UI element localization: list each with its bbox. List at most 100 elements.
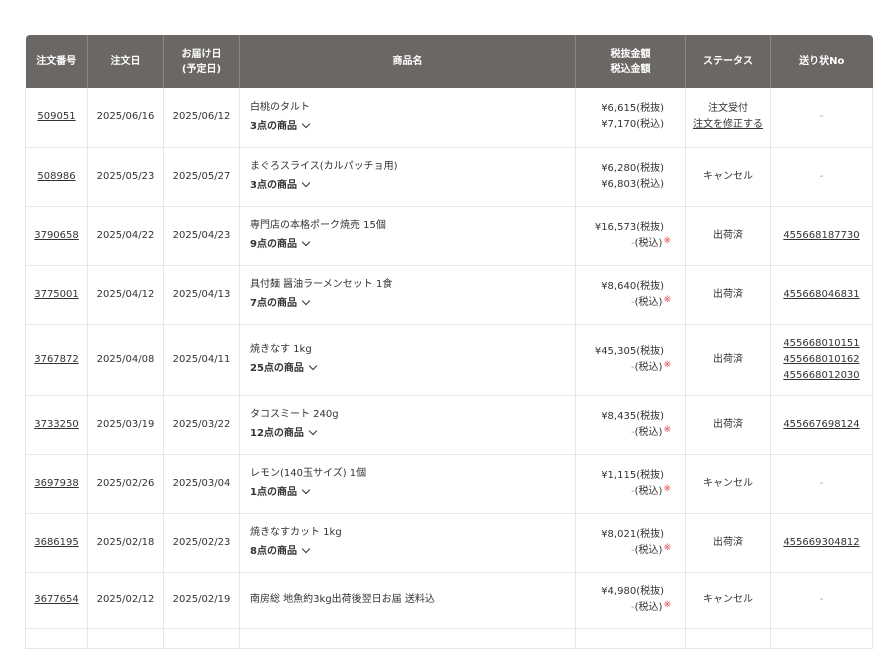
amount-cell: ¥16,573(税抜) -(税込)※ bbox=[575, 206, 686, 266]
order-no-link[interactable]: 3775001 bbox=[34, 289, 79, 300]
order-no-cell: 3775001 bbox=[25, 265, 88, 325]
tracking-link[interactable]: 455668187730 bbox=[771, 228, 872, 244]
header-delivery-line1: お届け日 bbox=[181, 48, 222, 60]
table-row: 3686195 2025/02/18 2025/02/23 焼きなすカット 1kg 8点… bbox=[25, 513, 873, 573]
order-no-link[interactable]: 3686195 bbox=[34, 537, 79, 548]
tax-incl-label: (税込) bbox=[634, 237, 663, 249]
tracking-cell: - bbox=[770, 572, 873, 629]
order-no-cell: 508986 bbox=[25, 147, 88, 207]
order-no-link[interactable]: 3697938 bbox=[34, 478, 79, 489]
product-cell: レモン(140玉サイズ) 1個 1点の商品 bbox=[239, 454, 576, 514]
status-text: 出荷済 bbox=[713, 353, 743, 365]
product-name: 専門店の本格ポーク焼売 15個 bbox=[250, 220, 386, 231]
delivery-date-cell: 2025/03/22 bbox=[163, 395, 240, 455]
order-date-cell: 2025/06/16 bbox=[87, 88, 164, 148]
status-text: 出荷済 bbox=[713, 288, 743, 300]
header-amount: 税抜金額 税込金額 bbox=[575, 35, 686, 88]
item-count-toggle[interactable]: 9点の商品 bbox=[250, 237, 311, 253]
header-amount-line2: 税込金額 bbox=[610, 63, 651, 75]
order-no-link[interactable]: 509051 bbox=[37, 111, 75, 122]
tax-excl-label: (税抜) bbox=[636, 586, 664, 597]
item-count-toggle[interactable]: 3点の商品 bbox=[250, 119, 311, 135]
tax-excl-label: (税抜) bbox=[636, 410, 664, 422]
tax-incl-label: (税込) bbox=[634, 361, 663, 373]
status-cell: キャンセル bbox=[685, 572, 771, 629]
order-date-cell: 2025/04/12 bbox=[87, 265, 164, 325]
tax-incl-label: (税込) bbox=[634, 544, 663, 556]
tax-incl-label: (税込) bbox=[634, 602, 663, 613]
tracking-cell: 455667698124 bbox=[770, 395, 873, 455]
status-cell: 注文受付 注文を修正する bbox=[685, 88, 771, 148]
price-excl: ¥6,615 bbox=[601, 103, 637, 115]
header-order-date: 注文日 bbox=[87, 35, 164, 88]
asterisk-note-icon: ※ bbox=[663, 483, 671, 494]
price-incl-line: -(税込)※ bbox=[576, 425, 671, 441]
item-count-label: 7点の商品 bbox=[250, 298, 297, 309]
item-count-toggle[interactable]: 3点の商品 bbox=[250, 178, 311, 194]
order-history: 注文番号 注文日 お届け日 (予定日) 商品名 税抜金額 税込金額 ステータス 送り… bbox=[25, 35, 873, 649]
status-cell: キャンセル bbox=[685, 147, 771, 207]
product-cell: まぐろスライス(カルパッチョ用) 3点の商品 bbox=[239, 147, 576, 207]
status-text: キャンセル bbox=[703, 594, 753, 605]
price-incl-line: -(税込)※ bbox=[576, 600, 671, 616]
product-name: 焼きなす 1kg bbox=[250, 344, 312, 355]
tracking-empty: - bbox=[819, 477, 824, 489]
tracking-link[interactable]: 455668010151 bbox=[771, 336, 872, 352]
header-tracking: 送り状No bbox=[770, 35, 873, 88]
tracking-empty: - bbox=[819, 111, 824, 123]
tracking-cell: - bbox=[770, 88, 873, 148]
tracking-link[interactable]: 455667698124 bbox=[771, 417, 872, 433]
item-count-toggle[interactable]: 12点の商品 bbox=[250, 426, 318, 442]
product-name: まぐろスライス(カルパッチョ用) bbox=[250, 161, 398, 172]
price-excl-line: ¥8,640(税抜) bbox=[576, 279, 671, 295]
tracking-cell: 455669304812 bbox=[770, 513, 873, 573]
header-amount-line1: 税抜金額 bbox=[610, 48, 651, 60]
asterisk-note-icon: ※ bbox=[663, 294, 671, 305]
table-row: 3767872 2025/04/08 2025/04/11 焼きなす 1kg 25点の商… bbox=[25, 324, 873, 396]
price-incl: ¥6,803 bbox=[601, 178, 637, 190]
order-no-cell: 3677654 bbox=[25, 572, 88, 629]
item-count-toggle[interactable]: 8点の商品 bbox=[250, 544, 311, 560]
delivery-date-cell: 2025/02/23 bbox=[163, 513, 240, 573]
empty-cell bbox=[163, 628, 240, 649]
delivery-date-cell: 2025/06/12 bbox=[163, 88, 240, 148]
delivery-date-cell: 2025/04/13 bbox=[163, 265, 240, 325]
price-incl-line: -(税込)※ bbox=[576, 543, 671, 559]
order-date-cell: 2025/05/23 bbox=[87, 147, 164, 207]
amount-cell: ¥6,280(税抜) ¥6,803(税込) bbox=[575, 147, 686, 207]
item-count-toggle[interactable]: 7点の商品 bbox=[250, 296, 311, 312]
order-no-link[interactable]: 508986 bbox=[37, 171, 75, 182]
item-count-toggle[interactable]: 25点の商品 bbox=[250, 361, 318, 377]
tracking-link[interactable]: 455668010162 bbox=[771, 352, 872, 368]
order-no-link[interactable]: 3790658 bbox=[34, 230, 79, 241]
order-no-cell: 3733250 bbox=[25, 395, 88, 455]
table-row: 3733250 2025/03/19 2025/03/22 タコスミート 240g 12… bbox=[25, 395, 873, 455]
order-no-link[interactable]: 3677654 bbox=[34, 594, 79, 605]
price-excl: ¥8,640 bbox=[601, 280, 637, 292]
order-no-link[interactable]: 3767872 bbox=[34, 354, 79, 365]
asterisk-note-icon: ※ bbox=[663, 600, 671, 610]
price-excl-line: ¥8,435(税抜) bbox=[576, 409, 671, 425]
chevron-down-icon bbox=[308, 361, 318, 371]
tax-excl-label: (税抜) bbox=[636, 162, 664, 174]
header-order-no: 注文番号 bbox=[25, 35, 88, 88]
tax-incl-label: (税込) bbox=[634, 485, 663, 497]
price-excl-line: ¥6,615(税抜) bbox=[576, 101, 671, 117]
amount-cell: ¥8,640(税抜) -(税込)※ bbox=[575, 265, 686, 325]
product-name: 南房総 地魚約3kg出荷後翌日お届 送料込 bbox=[250, 594, 435, 605]
tracking-link[interactable]: 455669304812 bbox=[771, 535, 872, 551]
chevron-down-icon bbox=[301, 119, 311, 128]
price-excl-line: ¥16,573(税抜) bbox=[576, 220, 671, 236]
amount-cell: ¥45,305(税抜) -(税込)※ bbox=[575, 324, 686, 396]
tracking-link[interactable]: 455668046831 bbox=[771, 287, 872, 303]
tracking-link[interactable]: 455668012030 bbox=[771, 368, 872, 384]
amount-cell: ¥4,980(税抜) -(税込)※ bbox=[575, 572, 686, 629]
order-no-link[interactable]: 3733250 bbox=[34, 419, 79, 430]
header-status: ステータス bbox=[685, 35, 771, 88]
tax-incl-label: (税込) bbox=[636, 178, 664, 190]
modify-order-link[interactable]: 注文を修正する bbox=[693, 119, 763, 130]
item-count-toggle[interactable]: 1点の商品 bbox=[250, 485, 311, 501]
chevron-down-icon bbox=[301, 296, 311, 306]
delivery-date-cell: 2025/03/04 bbox=[163, 454, 240, 514]
item-count-label: 12点の商品 bbox=[250, 428, 304, 439]
